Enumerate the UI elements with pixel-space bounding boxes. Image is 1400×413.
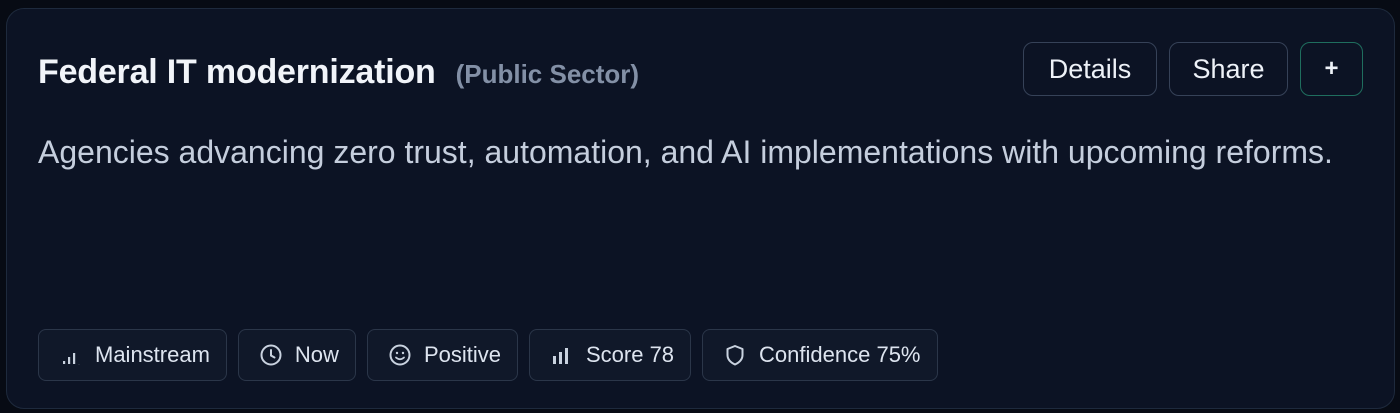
card-header: Federal IT modernization (Public Sector): [38, 53, 639, 92]
card-category: (Public Sector): [455, 59, 640, 89]
bar-chart-icon: [59, 343, 83, 367]
tag-sentiment: Positive: [366, 329, 518, 381]
share-button[interactable]: Share: [1169, 42, 1288, 96]
details-button[interactable]: Details: [1023, 42, 1157, 96]
tag-label: Mainstream: [95, 342, 210, 367]
tag-label: Now: [294, 342, 339, 367]
tag-mainstream: Mainstream: [38, 329, 227, 381]
card-title: Federal IT modernization: [38, 53, 436, 91]
tag-score: Score 78: [528, 329, 692, 381]
clock-icon: [259, 343, 283, 367]
tag-list: Mainstream Now Positive Score 78 Confide…: [38, 329, 938, 381]
tag-label: Confidence 75%: [759, 342, 921, 367]
trend-card: Federal IT modernization (Public Sector)…: [6, 8, 1395, 409]
card-description: Agencies advancing zero trust, automatio…: [38, 134, 1333, 170]
smiley-icon: [388, 343, 412, 367]
tag-timing: Now: [237, 329, 356, 381]
bar-chart-icon: [550, 343, 574, 367]
card-actions: Details Share +: [1023, 42, 1363, 96]
shield-icon: [723, 343, 747, 367]
tag-label: Positive: [423, 342, 501, 367]
add-button[interactable]: +: [1300, 42, 1363, 96]
tag-label: Score 78: [585, 342, 675, 367]
tag-confidence: Confidence 75%: [702, 329, 938, 381]
